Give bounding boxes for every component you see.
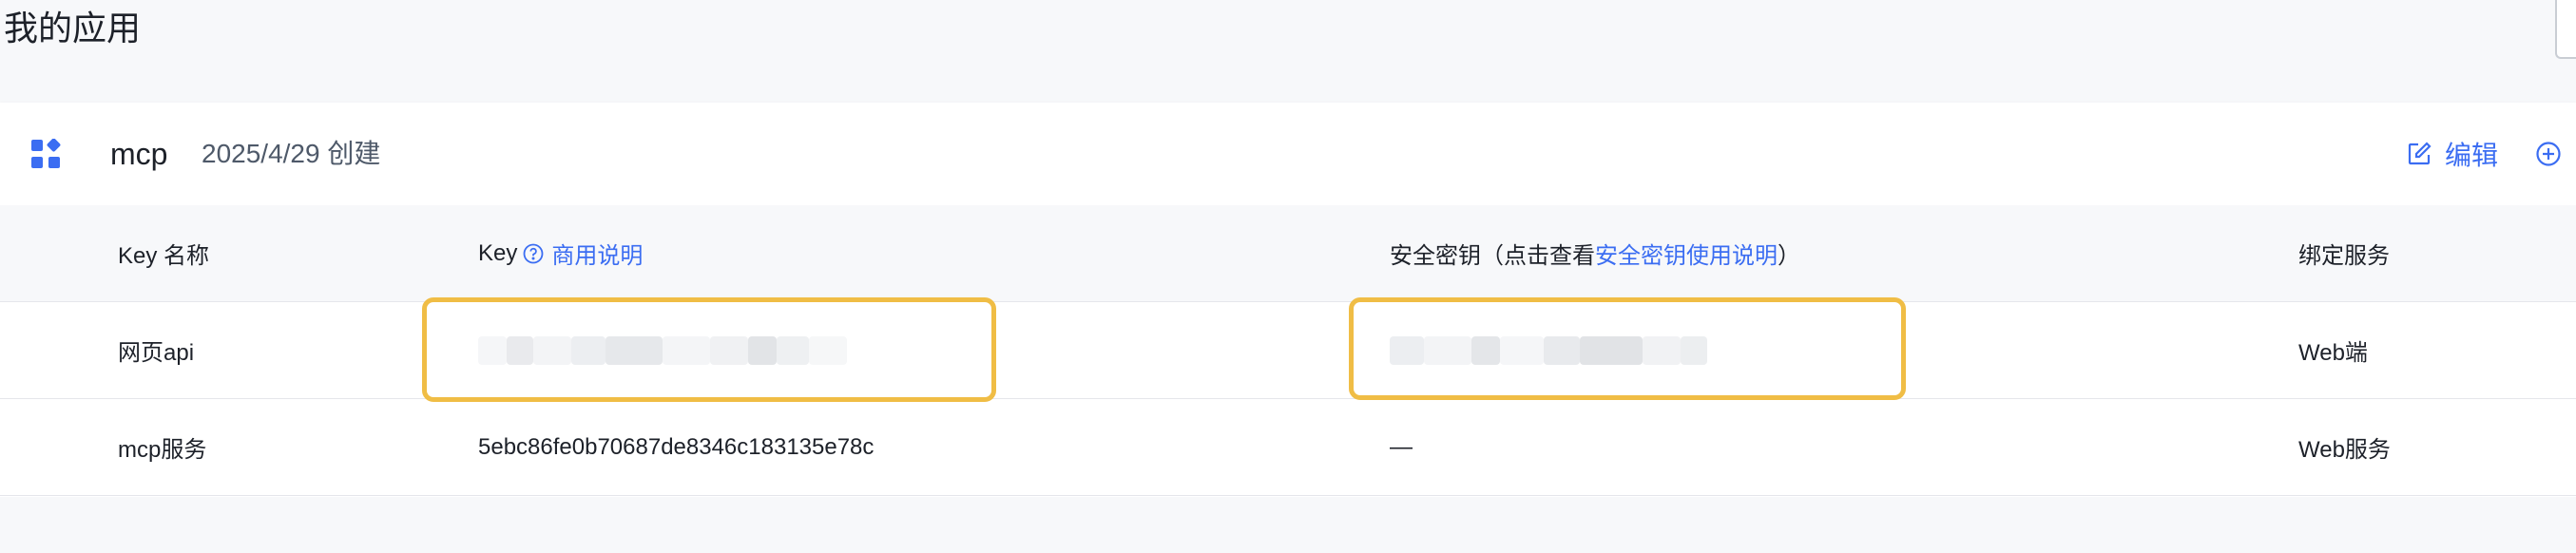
secret-usage-link[interactable]: 安全密钥使用说明 bbox=[1595, 237, 1778, 270]
app-created-date: 2025/4/29 创建 bbox=[202, 139, 381, 168]
table-row: mcp服务 5ebc86fe0b70687de8346c183135e78c —… bbox=[0, 399, 2576, 496]
header-secret: 安全密钥（点击查看 安全密钥使用说明 ） bbox=[1390, 205, 1800, 301]
header-secret-suffix: ） bbox=[1778, 243, 1800, 269]
row-service: Web端 bbox=[2298, 340, 2368, 366]
secret-highlight-box bbox=[1349, 297, 1906, 400]
header-secret-prefix: 安全密钥（点击查看 bbox=[1390, 243, 1595, 269]
header-key-name: Key 名称 bbox=[118, 243, 210, 269]
table-row: 网页api Web端 bbox=[0, 302, 2576, 399]
key-highlight-box bbox=[422, 297, 996, 402]
key-table: Key 名称 Key 商用说明 安全密钥（点击查看 安全密钥使用说明 ） 绑定服… bbox=[0, 205, 2576, 496]
app-card-header: mcp 2025/4/29 创建 编辑 bbox=[0, 103, 2576, 205]
page-title: 我的应用 bbox=[4, 9, 142, 48]
commercial-info-link[interactable]: 商用说明 bbox=[551, 237, 643, 270]
add-circle-icon[interactable] bbox=[2535, 141, 2562, 167]
page-background-footer bbox=[0, 497, 2576, 553]
app-name: mcp bbox=[110, 137, 168, 171]
row-key-name: mcp服务 bbox=[118, 437, 207, 463]
header-key-label: Key bbox=[478, 239, 518, 266]
corner-panel-edge bbox=[2555, 0, 2576, 59]
app-grid-icon bbox=[31, 139, 61, 168]
header-key: Key 商用说明 bbox=[478, 205, 643, 301]
row-service: Web服务 bbox=[2298, 437, 2391, 463]
app-card: mcp 2025/4/29 创建 编辑 Key 名称 Key 商用说明 安全密钥… bbox=[0, 103, 2576, 497]
edit-label: 编辑 bbox=[2445, 141, 2499, 170]
edit-button[interactable]: 编辑 bbox=[2407, 136, 2498, 172]
question-circle-icon[interactable] bbox=[523, 243, 544, 264]
row-key-name: 网页api bbox=[118, 340, 195, 366]
row-key-value: 5ebc86fe0b70687de8346c183135e78c bbox=[478, 433, 875, 460]
edit-icon bbox=[2408, 142, 2432, 165]
table-header-row: Key 名称 Key 商用说明 安全密钥（点击查看 安全密钥使用说明 ） 绑定服… bbox=[0, 205, 2576, 302]
header-service: 绑定服务 bbox=[2298, 243, 2390, 269]
row-secret-value: — bbox=[1390, 433, 1413, 460]
